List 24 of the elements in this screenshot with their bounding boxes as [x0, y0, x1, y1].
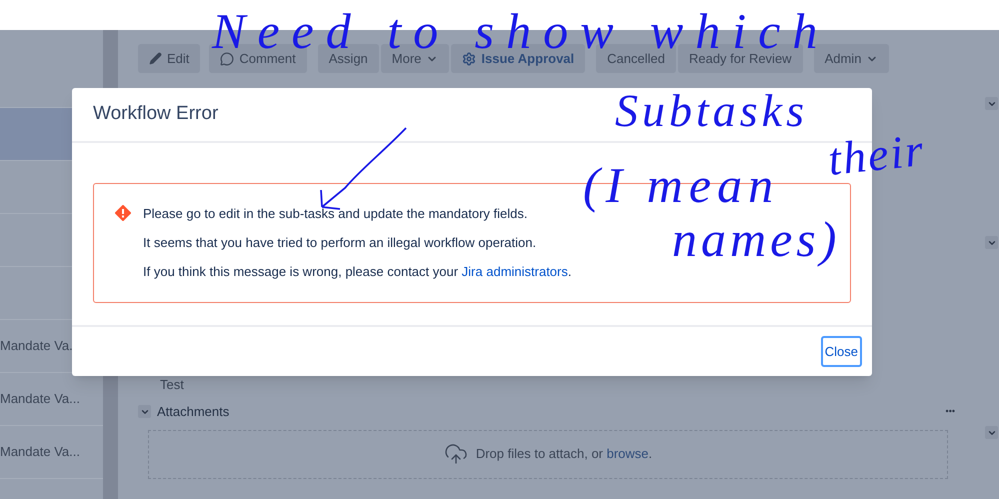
collapse-button[interactable]: [138, 405, 151, 418]
collapse-button[interactable]: [985, 236, 998, 249]
drop-text: Drop files to attach, or browse.: [476, 445, 652, 464]
toolbar-button[interactable]: Admin: [814, 44, 890, 73]
description-text: Test: [160, 377, 184, 393]
collapse-button[interactable]: [985, 426, 998, 439]
pencil-icon: [149, 52, 162, 65]
error-message: If you think this message is wrong, please contact your Jira administrators.: [143, 264, 572, 280]
section-title: Attachments: [157, 403, 230, 421]
error-icon: [115, 205, 131, 221]
handwritten-note: their: [826, 127, 928, 183]
toolbar-button[interactable]: Edit: [138, 44, 200, 73]
error-message: It seems that you have tried to perform an illegal workflow operation.: [143, 235, 538, 251]
close-button[interactable]: Close: [820, 336, 862, 367]
more-button[interactable]: •••: [946, 405, 955, 418]
error-message: Please go to edit in the sub-tasks and update the mandatory fields.: [143, 206, 528, 222]
handwritten-note: names): [672, 214, 840, 264]
drop-zone[interactable]: Drop files to attach, or browse.: [148, 430, 948, 478]
handwritten-note: Subtasks: [615, 88, 808, 134]
collapse-button[interactable]: [985, 97, 998, 110]
browse-link[interactable]: browse: [606, 446, 649, 462]
admin-link[interactable]: Jira administrators: [462, 264, 568, 279]
dialog-title: Workflow Error: [93, 102, 218, 126]
cloud-upload-icon: [444, 442, 468, 466]
